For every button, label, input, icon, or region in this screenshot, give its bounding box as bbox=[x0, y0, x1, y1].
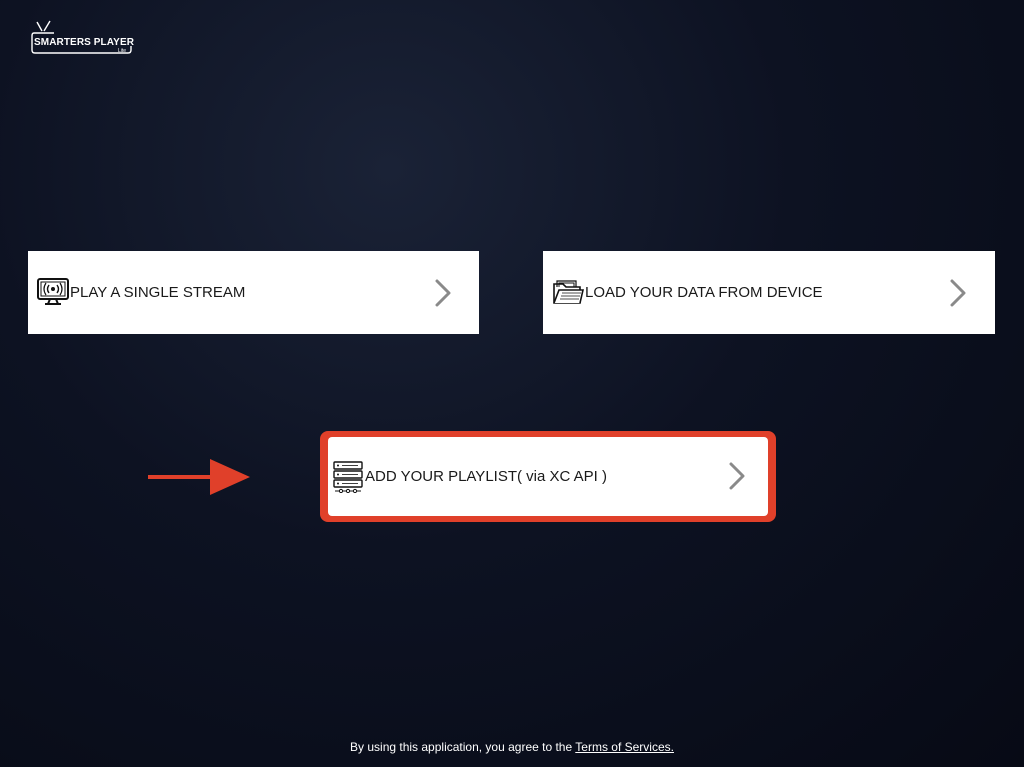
chevron-right-icon bbox=[435, 279, 451, 307]
pointer-arrow-icon bbox=[148, 459, 250, 495]
play-single-stream-label: PLAY A SINGLE STREAM bbox=[70, 284, 246, 301]
brand-name: SMARTERS PLAYER bbox=[34, 37, 135, 48]
load-data-from-device-button[interactable]: LOAD YOUR DATA FROM DEVICE bbox=[543, 251, 995, 334]
add-playlist-label: ADD YOUR PLAYLIST( via XC API ) bbox=[365, 468, 608, 485]
chevron-right-icon bbox=[950, 279, 966, 307]
brand-edition: Lite bbox=[118, 48, 127, 54]
app-logo: SMARTERS PLAYER Lite bbox=[30, 20, 134, 56]
chevron-right-icon bbox=[729, 462, 745, 490]
terms-of-services-link[interactable]: Terms of Services. bbox=[575, 740, 674, 754]
server-icon bbox=[333, 461, 363, 493]
folder-icon bbox=[553, 280, 584, 304]
play-single-stream-button[interactable]: PLAY A SINGLE STREAM bbox=[28, 251, 479, 334]
broadcast-monitor-icon bbox=[37, 278, 69, 305]
terms-text: By using this application, you agree to … bbox=[350, 740, 576, 754]
add-playlist-xc-api-button[interactable]: ADD YOUR PLAYLIST( via XC API ) bbox=[328, 437, 768, 516]
terms-footer: By using this application, you agree to … bbox=[0, 740, 1024, 754]
load-data-from-device-label: LOAD YOUR DATA FROM DEVICE bbox=[585, 284, 823, 301]
